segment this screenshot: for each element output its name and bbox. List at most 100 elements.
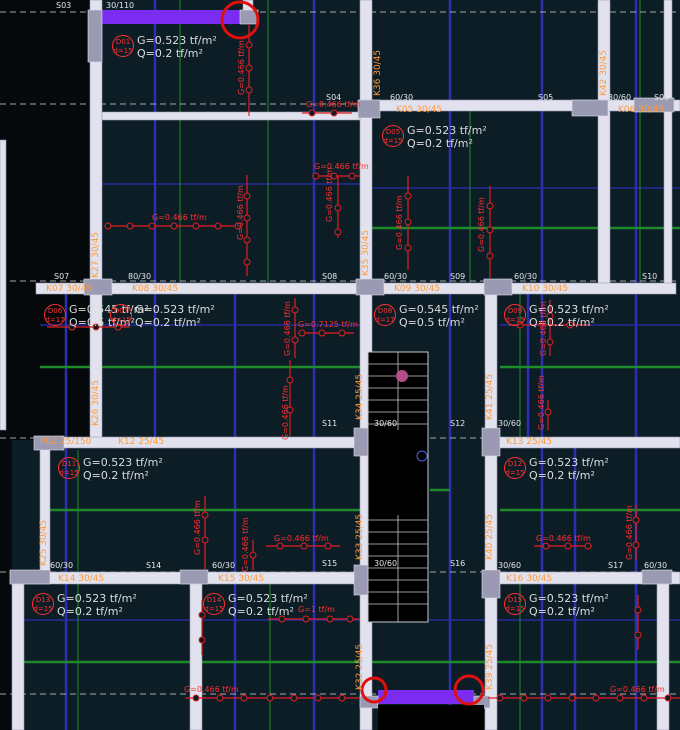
slab-q-load: Q=0.2 tf/m² [135,316,201,329]
beam-label: K33 25/45 [355,513,365,560]
line-load-label: G=0.466 tf/m [184,685,239,694]
beam-label: K26 30/45 [91,379,101,426]
beam-label: K12 25/45 [118,437,165,447]
beam-label: K40 25/45 [485,513,495,560]
slab-q-load: Q=0.2 tf/m² [137,47,203,60]
column-label: 80/30 [128,272,152,281]
beam-label: K09 30/45 [394,284,441,294]
slab-badge[interactable]: D15 d=15 [504,593,526,615]
slab-label: S11 [322,419,338,428]
column-label: 30/60 [608,93,632,102]
beam-label: K27 30/45 [91,231,101,278]
slab-g-load: G=0.523 tf/m² [529,592,609,605]
beam-label: K39 25/45 [485,643,495,690]
line-load-label: G=0.466 tf/m [610,685,665,694]
slab-badge[interactable]: D08 d=17 [374,304,396,326]
line-load-label: G=0.466 tf/m [625,505,634,560]
beam-label: K08 30/45 [132,284,179,294]
beam-label: K13 25/45 [506,437,553,447]
line-load-label: G=0.466 tf/m [477,197,486,252]
slab-label: S17 [608,561,624,570]
slab-q-load: Q=0.2 tf/m² [83,469,149,482]
slab-q-load: Q=0.2 tf/m² [57,605,123,618]
beam-label: K35 30/45 [361,229,371,276]
slab-label: S14 [146,561,162,570]
slab-q-load: Q=0.2 tf/m² [529,605,595,618]
slab-label: S07 [54,272,70,281]
beam-label: P02 25/150 [40,437,92,447]
beam-label: K36 30/45 [373,49,383,96]
slab-label: S16 [450,559,466,568]
line-load-label: G=0.466 tf/m [193,500,202,555]
slab-g-load: G=0.545 tf/m² [399,303,479,316]
slab-g-load: G=0.523 tf/m² [137,34,217,47]
beam-label: K06 30/45 [618,105,665,115]
column-label: 30/60 [498,561,522,570]
line-load-label: G=0.466 tf/m [283,301,292,356]
slab-label: S08 [322,272,338,281]
line-load-label: G=0.466 tf/m [236,185,245,240]
beam-label: K42 30/45 [599,49,609,96]
column-label: 30/110 [106,1,135,10]
slab-badge[interactable]: D13 d=15 [32,593,54,615]
slab-label: S10 [642,272,658,281]
slab-badge[interactable]: D05 d=15 [382,125,404,147]
line-load-label: G=0.466 tf/m [281,385,290,440]
line-load-label: G=0.466 tf/m [325,167,334,222]
column-label: 60/30 [384,272,408,281]
slab-badge[interactable]: D14 d=15 [203,593,225,615]
line-load-label: G=0.466 tf/m [536,534,591,543]
line-load-label: G=1 tf/m [298,605,335,614]
slab-label: S09 [450,272,466,281]
line-load-label: G=0.466 tf/m [241,517,250,572]
line-load-label: G=0.466 tf/m [539,301,548,356]
slab-label: S12 [450,419,466,428]
line-load-label: G=0.466 tf/m [395,195,404,250]
line-load-label: G=0.466 tf/m [152,213,207,222]
beam-label: K14 30/45 [58,574,105,584]
beam-label: K07 30/45 [46,284,93,294]
slab-badge[interactable]: D09 d=15 [504,304,526,326]
beam-label: K05 30/45 [396,105,443,115]
column-label: 30/60 [498,419,522,428]
slab-badge[interactable]: D01 d=15 [112,35,134,57]
beam-label: K10 30/45 [522,284,569,294]
slab-q-load: Q=0.2 tf/m² [529,469,595,482]
slab-g-load: G=0.523 tf/m² [228,592,308,605]
slab-g-load: G=0.523 tf/m² [135,303,215,316]
slab-q-load: Q=0.2 tf/m² [228,605,294,618]
beam-label: K34 25/45 [355,373,365,420]
structural-plan-canvas[interactable]: K05 30/45 K06 30/45 K07 30/45 K08 30/45 … [0,0,680,730]
beam-label: K25 30/45 [39,519,49,566]
column-label: 30/60 [374,419,398,428]
beam-label: K15 30/45 [218,574,265,584]
line-load-label: G=0.466 tf/m [274,534,329,543]
line-load-label: G=0.7125 tf/m [298,320,358,329]
slab-badge[interactable]: D06 d=17 [44,304,66,326]
slab-q-load: Q=0.2 tf/m² [407,137,473,150]
beam-label: K41 25/45 [485,373,495,420]
line-load-label: G=0.466 tf/m [306,100,361,109]
line-load-label: G=0.466 tf/m [537,375,546,430]
stair-core [367,351,429,623]
slab-g-load: G=0.523 tf/m² [57,592,137,605]
slab-badge[interactable]: D07 d=15 [110,304,132,326]
column-label: 60/30 [644,561,668,570]
column-label: 60/30 [390,93,414,102]
beam-label: K16 30/45 [506,574,553,584]
slab-label: S03 [56,1,72,10]
column-label: 30/60 [374,559,398,568]
structural-plan-drawing [0,0,680,730]
line-load-label: G=0.466 tf/m [314,162,369,171]
column-label: 60/30 [50,561,74,570]
line-load-label: G=0.466 tf/m [237,40,246,95]
slab-label: S06 [654,93,670,102]
slab-g-load: G=0.523 tf/m² [83,456,163,469]
slab-label: S05 [538,93,554,102]
slab-q-load: Q=0.5 tf/m² [399,316,465,329]
slab-badge[interactable]: D11 d=15 [58,457,80,479]
slab-g-load: G=0.523 tf/m² [529,456,609,469]
slab-label: S15 [322,559,338,568]
column-label: 60/30 [212,561,236,570]
slab-badge[interactable]: D12 d=15 [504,457,526,479]
